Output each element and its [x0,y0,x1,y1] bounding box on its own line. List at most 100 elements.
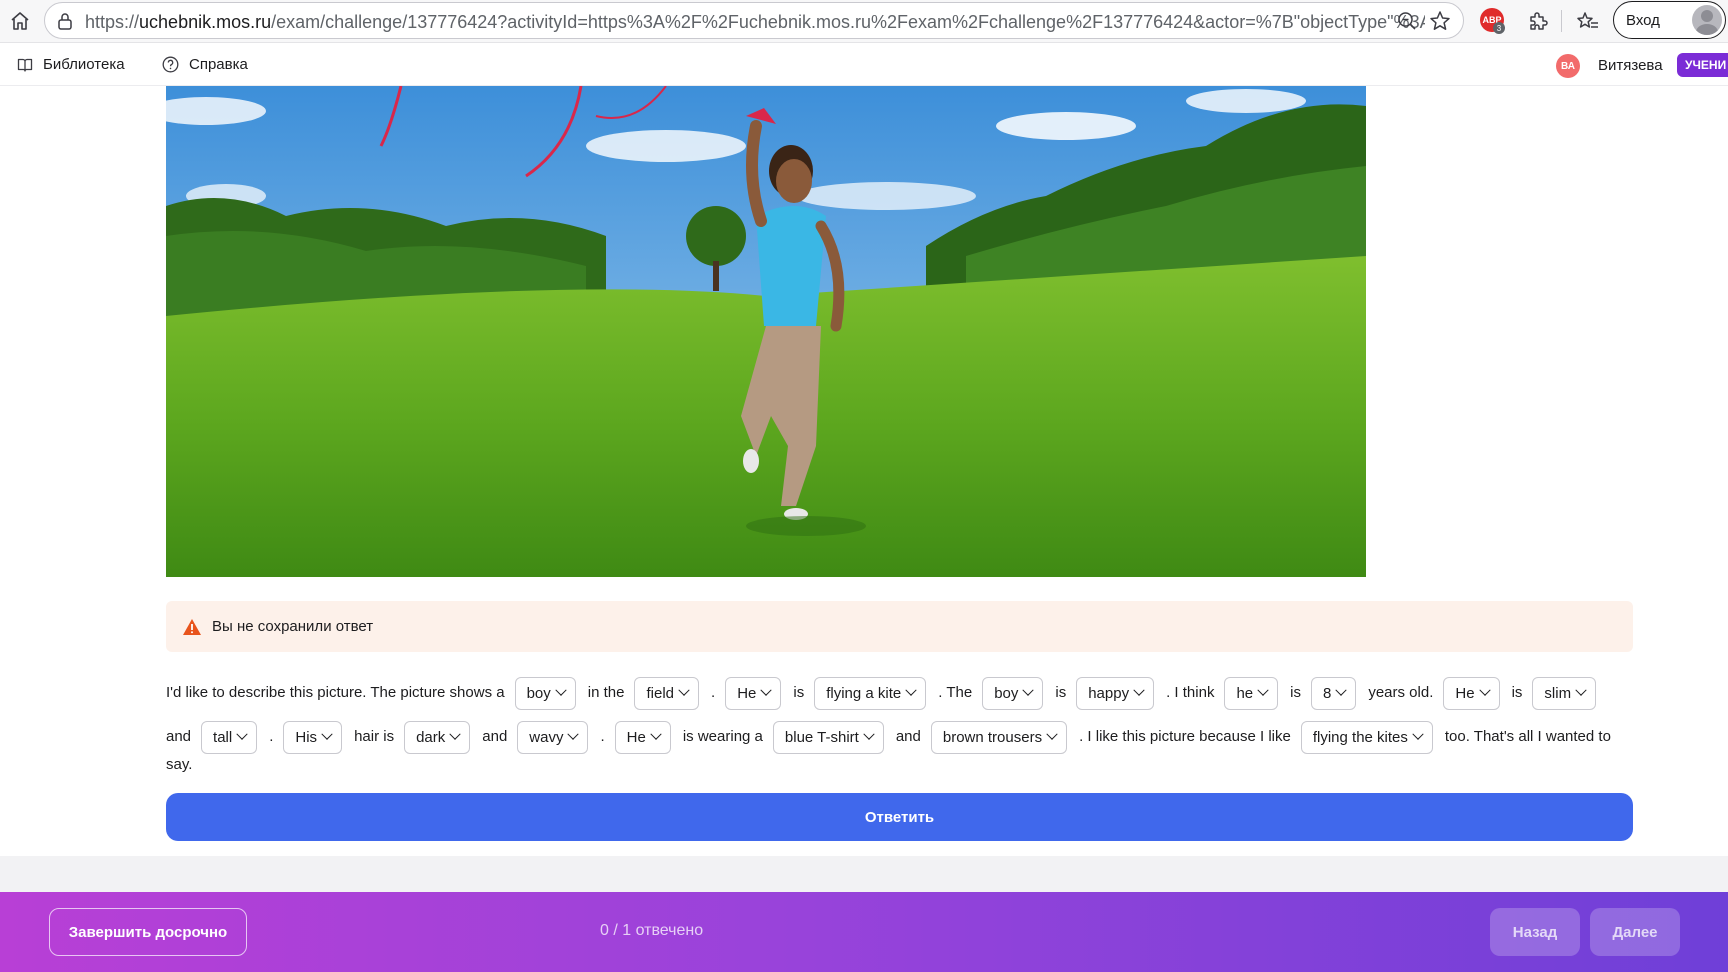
answer-select-value: field [646,684,675,702]
answer-select-5[interactable]: boy [982,676,1044,710]
nav-help[interactable]: Справка [162,56,248,73]
answer-select-18[interactable]: flying the kites [1300,720,1433,754]
help-circle-icon [162,56,179,73]
task-text-segment: I'd like to describe this picture. The p… [166,684,505,701]
nav-help-label: Справка [189,56,248,73]
task-text-segment: years old. [1368,684,1434,701]
book-icon [17,58,33,72]
lock-icon[interactable] [57,12,73,35]
task-text-segment: . The [938,684,973,701]
answer-select-14[interactable]: wavy [517,720,589,754]
task-text-segment: and [166,728,192,745]
zoom-icon[interactable] [1397,11,1417,36]
answer-select-value: He [1455,684,1475,702]
chevron-down-icon [1046,728,1058,740]
warning-text: Вы не сохранили ответ [212,618,374,635]
task-text-segment: . I like this picture because I like [1079,728,1291,745]
task-text-segment: and [482,728,508,745]
chevron-down-icon [1575,684,1587,696]
answer-select-value: wavy [529,728,564,746]
answer-select-7[interactable]: he [1224,676,1279,710]
address-bar[interactable]: https://uchebnik.mos.ru/exam/challenge/1… [44,2,1464,39]
answer-select-2[interactable]: field [634,676,700,710]
task-text-segment: . [600,728,605,745]
answer-select-value: he [1236,684,1254,702]
profile-avatar-icon [1692,5,1722,35]
answer-select-10[interactable]: slim [1532,676,1597,710]
task-text-segment: hair is [354,728,395,745]
chevron-down-icon [236,728,248,740]
answer-select-16[interactable]: blue T-shirt [772,720,884,754]
login-button[interactable]: Вход [1613,1,1726,39]
answer-select-value: His [295,728,318,746]
answer-select-value: slim [1544,684,1572,702]
task-text-segment: . [269,728,274,745]
progress-counter: 0 / 1 отвечено [600,922,704,939]
task-text-segment: is [1290,684,1301,701]
chevron-down-icon [760,684,773,696]
answer-select-value: boy [994,684,1019,702]
answer-select-11[interactable]: tall [201,720,258,754]
warning-triangle-icon [183,618,201,635]
answer-select-4[interactable]: flying a kite [814,676,927,710]
answer-select-value: brown trousers [942,728,1043,746]
task-text-segment: . I think [1166,684,1215,701]
user-avatar[interactable]: ВА [1556,54,1580,78]
task-card: Вы не сохранили ответ I'd like to descri… [0,86,1728,856]
submit-answer-button[interactable]: Ответить [166,793,1633,841]
chevron-down-icon [1257,684,1269,696]
answer-select-3[interactable]: He [725,676,782,710]
toolbar-divider [1561,10,1562,32]
nav-library[interactable]: Библиотека [17,56,125,73]
task-text-segment: is wearing a [682,728,763,745]
app-header: Библиотека Справка ВА Витязева УЧЕНИ [0,44,1728,86]
chevron-down-icon [1412,728,1424,740]
url-text: https://uchebnik.mos.ru/exam/challenge/1… [85,12,1425,32]
chevron-down-icon [678,684,690,696]
answer-select-value: dark [416,728,446,746]
chevron-down-icon [321,728,333,740]
answer-select-8[interactable]: 8 [1310,676,1357,710]
favorites-icon[interactable] [1575,8,1601,34]
chevron-down-icon [650,728,662,740]
answer-select-value: boy [526,684,551,702]
answer-select-value: blue T-shirt [784,728,859,746]
chevron-down-icon [1133,684,1145,696]
answer-select-value: flying a kite [826,684,902,702]
chevron-down-icon [905,684,917,696]
bookmark-star-icon[interactable] [1429,10,1451,37]
answer-select-12[interactable]: His [283,720,343,754]
answer-select-1[interactable]: boy [514,676,576,710]
user-name[interactable]: Витязева [1598,57,1663,74]
task-text: I'd like to describe this picture. The p… [166,671,1636,777]
exam-footer: Завершить досрочно 0 / 1 отвечено Назад … [0,892,1728,972]
extensions-puzzle-icon[interactable] [1525,8,1551,34]
answer-select-value: He [626,728,646,746]
extension-count-badge: 3 [1493,22,1505,34]
task-text-segment: is [1055,684,1067,701]
chevron-down-icon [567,728,580,740]
login-label: Вход [1626,11,1660,29]
answer-select-9[interactable]: He [1443,676,1500,710]
chevron-down-icon [863,728,875,740]
home-icon[interactable] [6,7,34,35]
chevron-down-icon [555,684,567,696]
answer-select-15[interactable]: He [614,720,671,754]
unsaved-warning: Вы не сохранили ответ [166,601,1633,652]
answer-select-value: He [737,684,757,702]
answer-select-17[interactable]: brown trousers [930,720,1068,754]
task-photo [166,86,1366,577]
page-background-strip [0,856,1728,892]
browser-toolbar: https://uchebnik.mos.ru/exam/challenge/1… [0,0,1728,43]
answer-select-13[interactable]: dark [404,720,471,754]
next-button[interactable]: Далее [1590,908,1680,956]
answer-select-6[interactable]: happy [1076,676,1155,710]
task-text-segment: . [711,684,716,701]
finish-early-button[interactable]: Завершить досрочно [49,908,247,956]
chevron-down-icon [1335,684,1347,696]
chevron-down-icon [449,728,461,740]
answer-select-value: happy [1088,684,1130,702]
task-text-segment: is [1511,684,1523,701]
back-button[interactable]: Назад [1490,908,1580,956]
chevron-down-icon [1478,684,1491,696]
